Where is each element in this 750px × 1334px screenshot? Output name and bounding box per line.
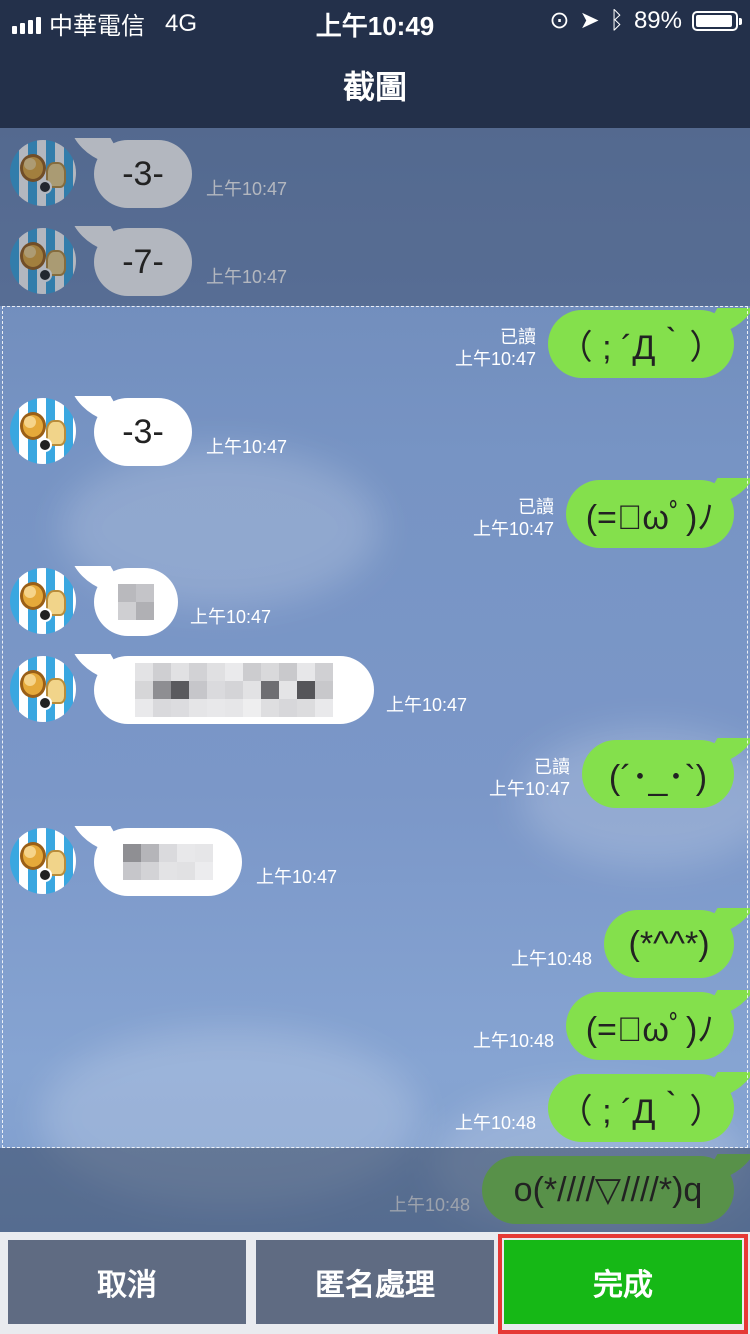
message-text: o(*////▽////*)q <box>513 1171 703 1209</box>
message-text: -3- <box>122 154 164 193</box>
status-right: ⊙ ➤ ᛒ 89% <box>549 6 742 35</box>
message-text: (=ﾟωﾟ)ﾉ <box>585 498 715 537</box>
chat-area[interactable]: -3- 上午10:47 -7- 上午10:47 已讀 上午10:47 （ ; ´… <box>0 128 750 1232</box>
message-bubble-outgoing[interactable]: (=ﾟωﾟ)ﾉ <box>566 992 734 1060</box>
message-bubble-incoming-anonymized[interactable] <box>94 656 374 724</box>
anonymize-button[interactable]: 匿名處理 <box>256 1240 494 1324</box>
status-bar: 中華電信 4G 上午10:49 ⊙ ➤ ᛒ 89% <box>0 0 750 41</box>
message-bubble-outgoing[interactable]: (=ﾟωﾟ)ﾉ <box>566 480 734 548</box>
message-text: （ ; ´Д｀） <box>558 328 724 367</box>
pixelated-content <box>135 663 333 717</box>
done-button[interactable]: 完成 <box>504 1240 742 1324</box>
cancel-button[interactable]: 取消 <box>8 1240 246 1324</box>
pixelated-content <box>118 584 154 620</box>
nav-bar: 截圖 <box>0 40 750 128</box>
message-text: -3- <box>122 412 164 451</box>
bottom-toolbar: 取消 匿名處理 完成 <box>0 1232 750 1334</box>
message-bubble-outgoing[interactable]: （ ; ´Д｀） <box>548 310 734 378</box>
message-text: (=ﾟωﾟ)ﾉ <box>585 1010 715 1049</box>
message-text: (*^^*) <box>628 924 710 963</box>
bluetooth-icon: ᛒ <box>609 6 624 34</box>
unselected-overlay-top <box>0 128 750 306</box>
rotation-lock-icon: ⊙ <box>549 7 570 34</box>
message-text: （ ; ´Д｀） <box>558 1092 724 1131</box>
message-text: -7- <box>122 242 164 281</box>
pixelated-content <box>123 844 213 880</box>
page-title: 截圖 <box>342 69 407 105</box>
battery-percent: 89% <box>633 6 682 34</box>
message-bubble-outgoing[interactable]: （ ; ´Д｀） <box>548 1074 734 1142</box>
battery-icon <box>692 10 742 31</box>
message-text: (´･_･`) <box>608 758 708 797</box>
location-icon: ➤ <box>579 7 600 34</box>
